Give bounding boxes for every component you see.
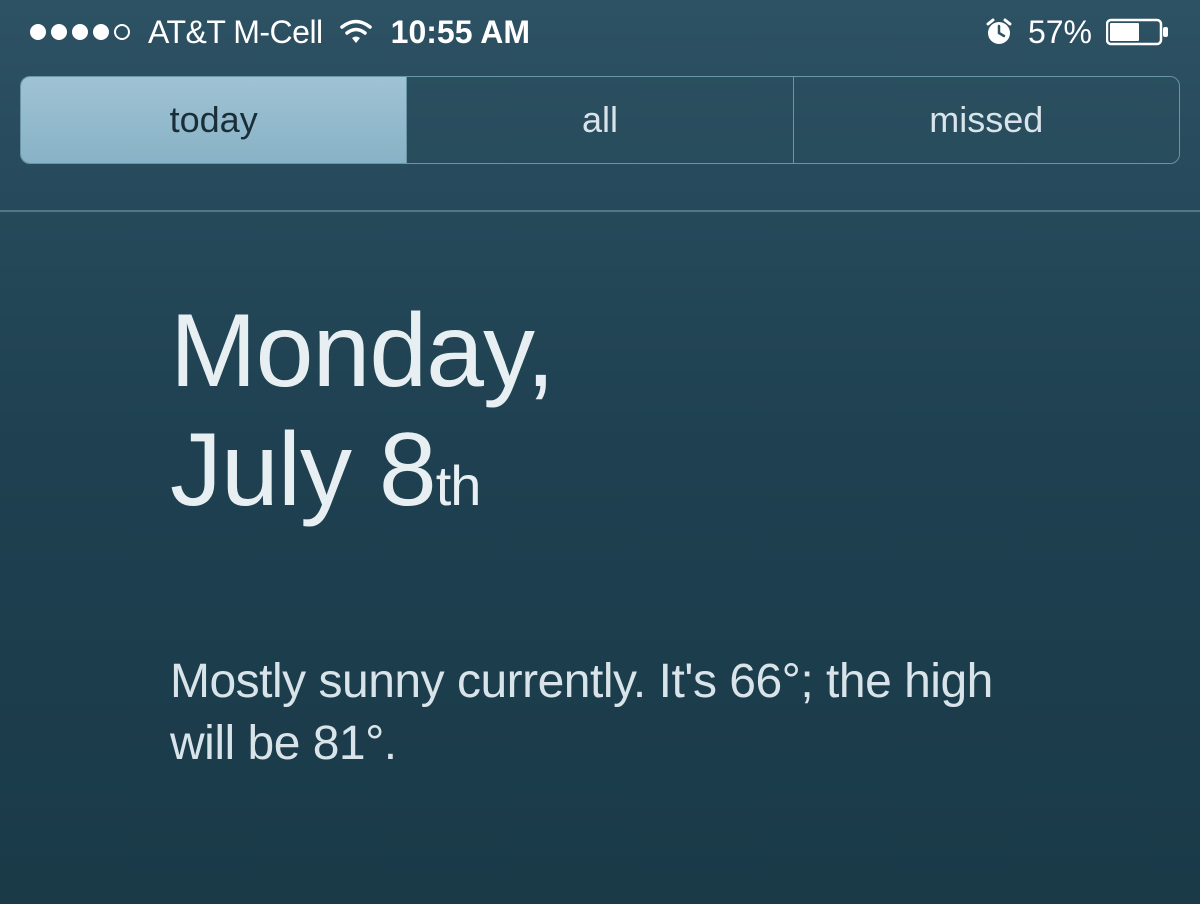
carrier-label: AT&T M-Cell [148, 14, 323, 51]
date-heading: Monday, July 8th [170, 292, 1030, 531]
battery-percent: 57% [1028, 14, 1092, 51]
tab-today[interactable]: today [21, 77, 407, 163]
alarm-icon [984, 17, 1014, 47]
wifi-icon [339, 19, 373, 45]
date-line1: Monday, [170, 293, 554, 409]
date-suffix: th [436, 454, 481, 517]
tab-missed[interactable]: missed [794, 77, 1179, 163]
status-bar: AT&T M-Cell 10:55 AM 57% [0, 0, 1200, 60]
weather-summary: Mostly sunny currently. It's 66°; the hi… [170, 651, 1030, 776]
status-bar-right: 57% [984, 14, 1170, 51]
tab-all[interactable]: all [407, 77, 793, 163]
today-content: Monday, July 8th Mostly sunny currently.… [0, 212, 1200, 776]
signal-strength-icon [30, 24, 130, 40]
status-time: 10:55 AM [391, 14, 530, 51]
battery-icon [1106, 18, 1170, 46]
date-line2: July 8 [170, 412, 436, 528]
status-bar-left: AT&T M-Cell 10:55 AM [30, 14, 530, 51]
notification-tabs: today all missed [20, 76, 1180, 164]
